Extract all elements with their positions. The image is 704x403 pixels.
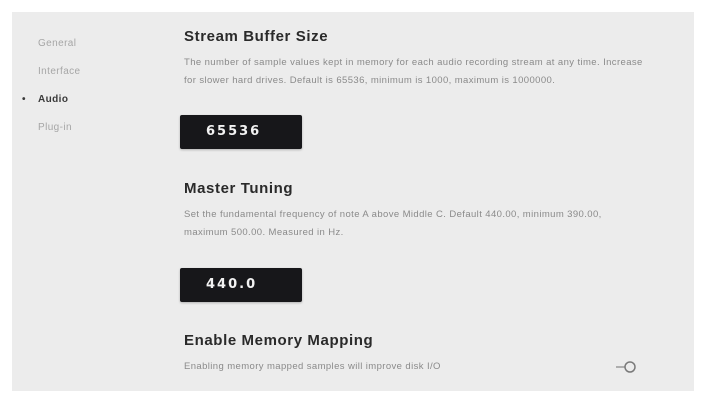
settings-sidebar: General Interface • Audio Plug-in bbox=[22, 30, 158, 142]
settings-panel: General Interface • Audio Plug-in Stream… bbox=[12, 12, 694, 391]
memory-mapping-title: Enable Memory Mapping bbox=[184, 332, 374, 349]
sidebar-item-label: General bbox=[38, 38, 77, 49]
toggle-switch-off-icon bbox=[616, 361, 636, 373]
sidebar-item-plugin[interactable]: Plug-in bbox=[38, 114, 158, 142]
sidebar-item-label: Plug-in bbox=[38, 122, 72, 133]
stream-buffer-title: Stream Buffer Size bbox=[184, 28, 329, 45]
sidebar-item-audio[interactable]: • Audio bbox=[22, 86, 158, 114]
master-tuning-title: Master Tuning bbox=[184, 180, 294, 197]
sidebar-item-label: Interface bbox=[38, 66, 81, 77]
master-tuning-input[interactable]: 440.0 bbox=[180, 268, 302, 302]
active-bullet-icon: • bbox=[22, 94, 26, 105]
stream-buffer-description: The number of sample values kept in memo… bbox=[184, 57, 643, 86]
memory-mapping-toggle[interactable] bbox=[614, 360, 638, 374]
stream-buffer-input[interactable]: 65536 bbox=[180, 115, 302, 149]
sidebar-item-label: Audio bbox=[38, 94, 69, 105]
memory-mapping-description: Enabling memory mapped samples will impr… bbox=[184, 361, 441, 372]
sidebar-item-interface[interactable]: Interface bbox=[38, 58, 158, 86]
sidebar-item-general[interactable]: General bbox=[38, 30, 158, 58]
master-tuning-description: Set the fundamental frequency of note A … bbox=[184, 209, 602, 238]
